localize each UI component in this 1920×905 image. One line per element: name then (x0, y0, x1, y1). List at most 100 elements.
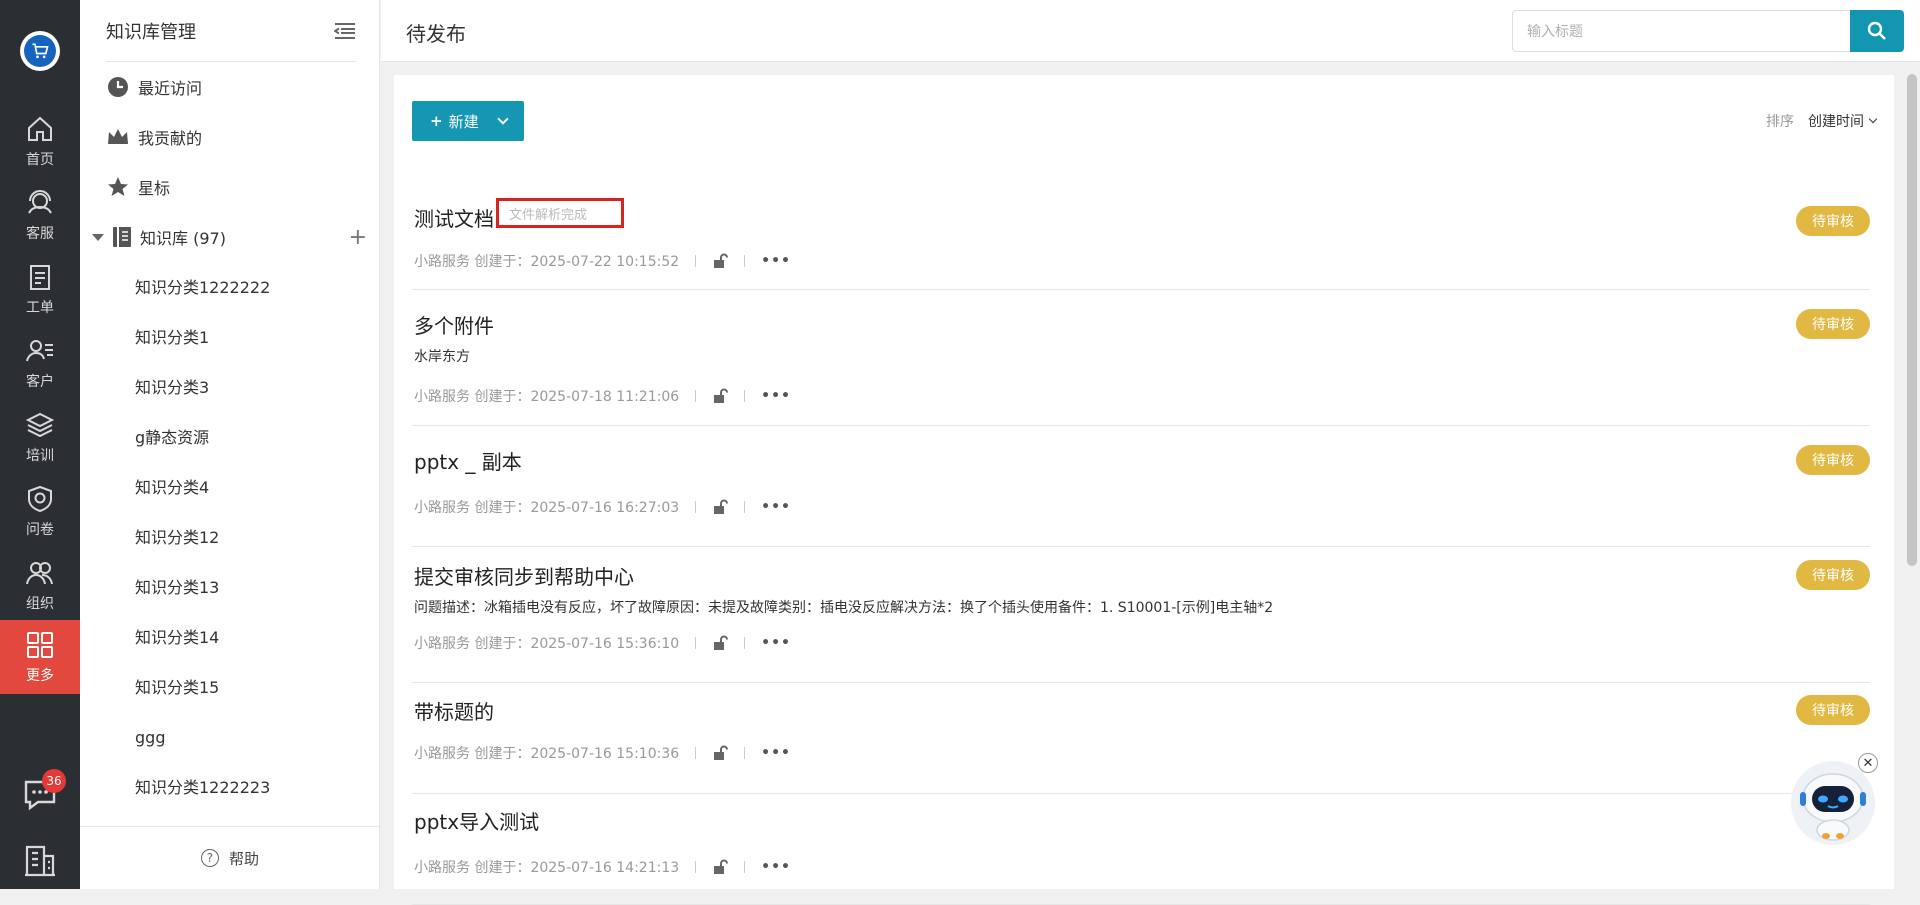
sidebar-item-label: 最近访问 (138, 79, 203, 98)
rail-item-label: 问卷 (26, 522, 54, 538)
sidebar-category-item[interactable]: g静态资源 (135, 423, 209, 453)
main-nav-rail: 首页 客服 工单 客户 培训 问卷 组织 更多 36 (0, 0, 80, 889)
sidebar-category-item[interactable]: 知识分类1 (135, 323, 209, 353)
unlock-icon[interactable] (712, 859, 729, 875)
divider (695, 861, 697, 873)
unlock-icon[interactable] (712, 745, 729, 761)
search-button[interactable] (1850, 10, 1904, 52)
divider (744, 255, 746, 267)
headset-icon (28, 190, 52, 214)
sidebar-category-item[interactable]: 知识分类14 (135, 623, 219, 653)
sidebar-item-starred[interactable]: 星标 (106, 167, 366, 207)
rail-item-home[interactable]: 首页 (0, 104, 80, 178)
document-title[interactable]: pptx _ 副本 (414, 446, 522, 475)
unlock-icon[interactable] (712, 499, 729, 515)
document-item[interactable]: 提交审核同步到帮助中心 问题描述：冰箱插电没有反应，坏了故障原因：未提及故障类别… (412, 547, 1870, 683)
rail-item-customer[interactable]: 客户 (0, 326, 80, 400)
divider (695, 390, 697, 402)
page-scrollbar[interactable] (1907, 74, 1917, 566)
chevron-down-icon (496, 112, 509, 125)
divider (744, 501, 746, 513)
sidebar-item-label: 我贡献的 (138, 129, 203, 148)
collapse-menu-icon[interactable] (334, 22, 356, 40)
sidebar-item-knowledge-base[interactable]: 知识库 (97) + (92, 217, 377, 257)
robot-assistant-icon[interactable] (1790, 760, 1876, 846)
more-options-icon[interactable]: ••• (761, 635, 791, 651)
sidebar-item-label: 星标 (138, 179, 171, 198)
more-options-icon[interactable]: ••• (761, 745, 791, 761)
document-item[interactable]: 带标题的 小路服务 创建于：2025-07-16 15:10:36 ••• 待审… (412, 683, 1870, 794)
more-options-icon[interactable]: ••• (761, 499, 791, 515)
help-link[interactable]: ? 帮助 (80, 826, 380, 889)
unlock-icon[interactable] (712, 388, 729, 404)
sidebar-category-item[interactable]: 知识分类12 (135, 523, 219, 553)
status-badge: 待审核 (1796, 309, 1870, 339)
document-meta: 小路服务 创建于：2025-07-16 15:10:36 ••• (414, 743, 791, 763)
rail-item-label: 培训 (26, 448, 54, 464)
divider (744, 861, 746, 873)
sidebar-category-item[interactable]: ggg (135, 723, 165, 753)
more-options-icon[interactable]: ••• (761, 388, 791, 404)
divider (744, 637, 746, 649)
app-logo[interactable] (20, 31, 60, 71)
sidebar-category-item[interactable]: 知识分类4 (135, 473, 209, 503)
sidebar-item-contributed[interactable]: 我贡献的 (106, 117, 366, 157)
more-options-icon[interactable]: ••• (761, 859, 791, 875)
document-meta: 小路服务 创建于：2025-07-16 16:27:03 ••• (414, 497, 791, 517)
rail-item-survey[interactable]: 问卷 (0, 474, 80, 548)
sort-dropdown[interactable]: 创建时间 (1808, 111, 1878, 131)
document-item[interactable]: pptx _ 副本 小路服务 创建于：2025-07-16 16:27:03 •… (412, 436, 1870, 547)
rail-item-more[interactable]: 更多 (0, 620, 80, 694)
document-title[interactable]: 带标题的 (414, 696, 494, 725)
building-icon[interactable] (22, 842, 58, 878)
rail-item-label: 首页 (26, 152, 54, 168)
star-icon (108, 177, 128, 196)
document-meta: 小路服务 创建于：2025-07-18 11:21:06 ••• (414, 386, 791, 406)
crown-icon (108, 129, 128, 144)
rail-item-service[interactable]: 客服 (0, 178, 80, 252)
rail-item-ticket[interactable]: 工单 (0, 252, 80, 326)
rail-item-label: 组织 (26, 596, 54, 612)
sidebar-category-item[interactable]: 知识分类1222223 (135, 773, 270, 803)
rail-item-label: 工单 (26, 300, 54, 316)
close-icon[interactable]: ✕ (1858, 753, 1878, 773)
more-options-icon[interactable]: ••• (761, 253, 791, 269)
caret-down-icon[interactable] (92, 233, 104, 241)
document-item[interactable]: 多个附件 水岸东方 小路服务 创建于：2025-07-18 11:21:06 •… (412, 300, 1870, 426)
divider (695, 255, 697, 267)
sidebar-item-recent[interactable]: 最近访问 (106, 67, 366, 107)
unlock-icon[interactable] (712, 635, 729, 651)
unlock-icon[interactable] (712, 253, 729, 269)
document-title[interactable]: 测试文档 (414, 203, 494, 232)
page-header: 待发布 (381, 0, 1920, 62)
question-icon: ? (200, 849, 219, 867)
document-item[interactable]: pptx导入测试 小路服务 创建于：2025-07-16 14:21:13 ••… (412, 794, 1870, 905)
document-description: 问题描述：冰箱插电没有反应，坏了故障原因：未提及故障类别：插电没反应解决方法：换… (414, 600, 1274, 616)
add-category-button[interactable]: + (349, 225, 367, 250)
document-list-panel: + 新建 排序 创建时间 测试文档 文件解析完成 小路服务 创建于：2025-0… (394, 75, 1894, 905)
sidebar-category-item[interactable]: 知识分类13 (135, 573, 219, 603)
sort-control: 排序 创建时间 (1766, 101, 1878, 141)
new-button[interactable]: + 新建 (412, 101, 524, 141)
rail-item-training[interactable]: 培训 (0, 400, 80, 474)
rail-item-org[interactable]: 组织 (0, 548, 80, 622)
survey-shield-icon (28, 485, 52, 513)
rail-item-label: 更多 (26, 668, 54, 684)
document-title[interactable]: 提交审核同步到帮助中心 (414, 561, 634, 590)
sidebar-category-item[interactable]: 知识分类15 (135, 673, 219, 703)
document-author-date: 小路服务 创建于：2025-07-16 15:10:36 (414, 746, 680, 762)
clipboard-icon (30, 265, 50, 290)
search-input[interactable] (1512, 10, 1850, 52)
document-title[interactable]: 多个附件 (414, 310, 494, 339)
sidebar-category-item[interactable]: 知识分类3 (135, 373, 209, 403)
document-item[interactable]: 测试文档 文件解析完成 小路服务 创建于：2025-07-22 10:15:52… (412, 190, 1870, 290)
document-meta: 小路服务 创建于：2025-07-22 10:15:52 ••• (414, 251, 791, 271)
divider (744, 390, 746, 402)
sidebar-category-item[interactable]: 知识分类1222222 (135, 273, 270, 303)
layers-icon (25, 412, 55, 438)
sidebar-header: 知识库管理 (106, 0, 356, 62)
cart-icon (24, 35, 56, 67)
document-title[interactable]: pptx导入测试 (414, 806, 539, 835)
rail-item-label: 客户 (26, 374, 54, 390)
document-description: 水岸东方 (414, 349, 470, 365)
